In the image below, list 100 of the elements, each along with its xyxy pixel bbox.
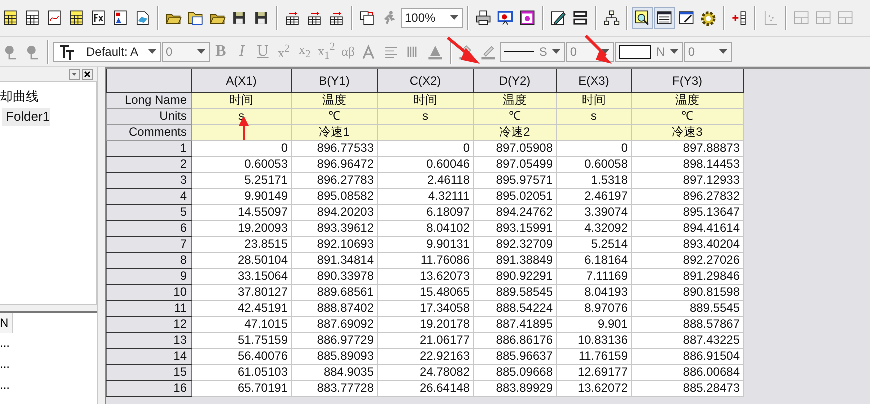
- table-cell: 19.20178: [378, 316, 474, 332]
- font-dropdown[interactable]: Default: A: [53, 42, 161, 62]
- table-cell: 3.39074: [556, 204, 632, 220]
- header-cell: s: [556, 108, 632, 124]
- table-cell: 65.70191: [192, 380, 292, 396]
- row-number[interactable]: 14: [106, 348, 192, 364]
- table-cell: 0: [378, 140, 474, 156]
- table-cell: 886.86176: [474, 332, 556, 348]
- column-header[interactable]: B(Y1): [292, 69, 378, 92]
- table-cell: 895.13647: [632, 204, 744, 220]
- table-cell: 19.20093: [192, 220, 292, 236]
- table-cell: 8.04193: [556, 284, 632, 300]
- list-row[interactable]: ...: [0, 333, 97, 354]
- table-cell: 21.06177: [378, 332, 474, 348]
- header-cell: 冷速3: [632, 124, 744, 140]
- table-cell: 13.62073: [378, 268, 474, 284]
- row-number[interactable]: 11: [106, 300, 192, 316]
- header-cell: ℃: [292, 108, 378, 124]
- table-cell: 896.27832: [632, 188, 744, 204]
- row-number[interactable]: 15: [106, 364, 192, 380]
- table-cell: 9.901: [556, 316, 632, 332]
- table-cell: 1.5318: [556, 172, 632, 188]
- table-cell: 886.00684: [632, 364, 744, 380]
- table-cell: 7.11169: [556, 268, 632, 284]
- row-number[interactable]: 16: [106, 380, 192, 396]
- table-cell: 885.96637: [474, 348, 556, 364]
- folder-item[interactable]: Folder1: [2, 108, 50, 126]
- column-header[interactable]: D(Y2): [474, 69, 556, 92]
- table-cell: 47.1015: [192, 316, 292, 332]
- table-cell: 896.27783: [292, 172, 378, 188]
- table-cell: 9.90131: [378, 236, 474, 252]
- table-cell: 894.24762: [474, 204, 556, 220]
- table-cell: 0: [556, 140, 632, 156]
- header-cell: 温度: [292, 92, 378, 108]
- folder-item[interactable]: 却曲线: [0, 88, 39, 106]
- row-number[interactable]: 12: [106, 316, 192, 332]
- table-cell: 8.04102: [378, 220, 474, 236]
- row-number[interactable]: 9: [106, 268, 192, 284]
- table-cell: 11.76159: [556, 348, 632, 364]
- table-cell: 0.60053: [192, 156, 292, 172]
- table-cell: 12.69177: [556, 364, 632, 380]
- row-label: Units: [106, 108, 192, 124]
- header-cell: 温度: [474, 92, 556, 108]
- row-number[interactable]: 1: [106, 140, 192, 156]
- table-cell: 892.27026: [632, 252, 744, 268]
- table-cell: 889.58545: [474, 284, 556, 300]
- row-number[interactable]: 2: [106, 156, 192, 172]
- list-row[interactable]: ...: [0, 354, 97, 375]
- table-cell: 0.60046: [378, 156, 474, 172]
- column-header[interactable]: C(X2): [378, 69, 474, 92]
- table-cell: 888.54224: [474, 300, 556, 316]
- row-number[interactable]: 10: [106, 284, 192, 300]
- table-cell: 891.29846: [632, 268, 744, 284]
- table-cell: 61.05103: [192, 364, 292, 380]
- column-header[interactable]: E(X3): [556, 69, 632, 92]
- column-header[interactable]: N: [0, 313, 13, 333]
- table-cell: 886.97729: [292, 332, 378, 348]
- table-cell: 885.09668: [474, 364, 556, 380]
- row-number[interactable]: 3: [106, 172, 192, 188]
- table-cell: 887.43225: [632, 332, 744, 348]
- table-cell: 893.39612: [292, 220, 378, 236]
- row-number[interactable]: 5: [106, 204, 192, 220]
- zoom-dropdown[interactable]: 100%: [401, 8, 463, 28]
- table-cell: 895.08582: [292, 188, 378, 204]
- table-cell: 0.60058: [556, 156, 632, 172]
- table-cell: 894.41614: [632, 220, 744, 236]
- table-cell: 887.41895: [474, 316, 556, 332]
- row-number[interactable]: 13: [106, 332, 192, 348]
- table-cell: 888.87402: [292, 300, 378, 316]
- header-cell: 时间: [192, 92, 292, 108]
- table-cell: 897.88873: [632, 140, 744, 156]
- header-cell: 时间: [556, 92, 632, 108]
- table-cell: 6.18164: [556, 252, 632, 268]
- table-cell: 897.05499: [474, 156, 556, 172]
- table-cell: 893.15991: [474, 220, 556, 236]
- row-number[interactable]: 6: [106, 220, 192, 236]
- table-cell: 17.34058: [378, 300, 474, 316]
- row-number[interactable]: 8: [106, 252, 192, 268]
- row-number[interactable]: 4: [106, 188, 192, 204]
- table-cell: 889.68561: [292, 284, 378, 300]
- table-cell: 4.32092: [556, 220, 632, 236]
- table-cell: 895.97571: [474, 172, 556, 188]
- table-cell: 10.83136: [556, 332, 632, 348]
- header-cell: ℃: [632, 108, 744, 124]
- table-cell: 894.20203: [292, 204, 378, 220]
- table-cell: 13.62072: [556, 380, 632, 396]
- column-header[interactable]: F(Y3): [632, 69, 744, 92]
- table-cell: 56.40076: [192, 348, 292, 364]
- header-cell: s: [378, 108, 474, 124]
- table-cell: 2.46118: [378, 172, 474, 188]
- table-cell: 897.05908: [474, 140, 556, 156]
- table-cell: 897.12933: [632, 172, 744, 188]
- table-cell: 890.33978: [292, 268, 378, 284]
- table-cell: 14.55097: [192, 204, 292, 220]
- table-cell: 5.25171: [192, 172, 292, 188]
- row-number[interactable]: 7: [106, 236, 192, 252]
- list-row[interactable]: ...: [0, 375, 97, 396]
- table-cell: 891.38849: [474, 252, 556, 268]
- column-header[interactable]: A(X1): [192, 69, 292, 92]
- table-cell: 890.81598: [632, 284, 744, 300]
